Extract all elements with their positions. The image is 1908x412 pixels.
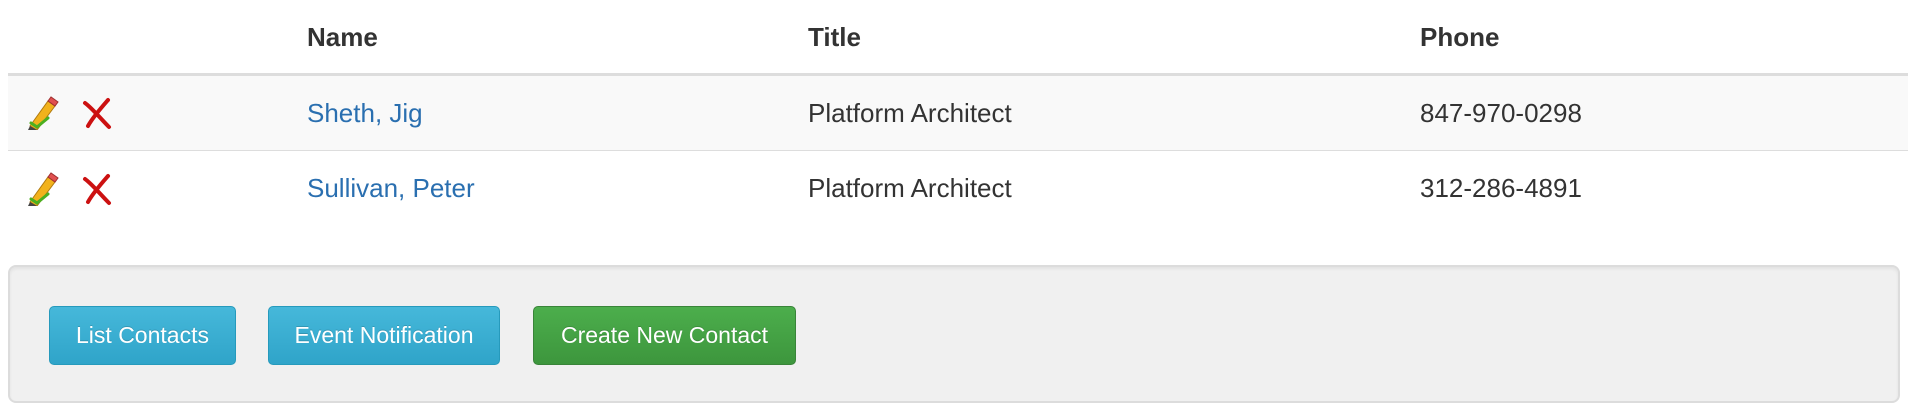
contact-name-link[interactable]: Sullivan, Peter <box>307 173 475 204</box>
contacts-page: Name Title Phone Sheth, Jig Platform Arc… <box>0 0 1908 412</box>
row-title: Platform Architect <box>808 97 1012 128</box>
table-header: Name Title Phone <box>8 0 1908 76</box>
red-x-delete-icon[interactable] <box>80 96 114 130</box>
list-contacts-button[interactable]: List Contacts <box>49 306 236 365</box>
table-row: Sheth, Jig Platform Architect 847-970-02… <box>8 76 1908 151</box>
table-row: Sullivan, Peter Platform Architect 312-2… <box>8 151 1908 226</box>
contacts-table: Name Title Phone Sheth, Jig Platform Arc… <box>8 0 1908 226</box>
row-phone: 847-970-0298 <box>1420 97 1582 128</box>
event-notification-button[interactable]: Event Notification <box>268 306 500 365</box>
actions-panel: List Contacts Event Notification Create … <box>8 265 1900 403</box>
row-title: Platform Architect <box>808 173 1012 203</box>
contact-name-link[interactable]: Sheth, Jig <box>307 98 423 129</box>
row-name-cell: Sullivan, Peter <box>307 151 475 226</box>
red-x-delete-icon[interactable] <box>80 172 114 206</box>
header-name: Name <box>307 22 378 52</box>
create-new-contact-button[interactable]: Create New Contact <box>533 306 796 365</box>
header-phone: Phone <box>1420 22 1500 52</box>
row-name-cell: Sheth, Jig <box>307 76 423 150</box>
pencil-edit-icon[interactable] <box>26 171 60 207</box>
header-title: Title <box>808 22 861 52</box>
pencil-edit-icon[interactable] <box>26 96 60 131</box>
row-phone: 312-286-4891 <box>1420 173 1582 203</box>
row-actions <box>26 76 134 150</box>
row-actions <box>26 151 134 226</box>
